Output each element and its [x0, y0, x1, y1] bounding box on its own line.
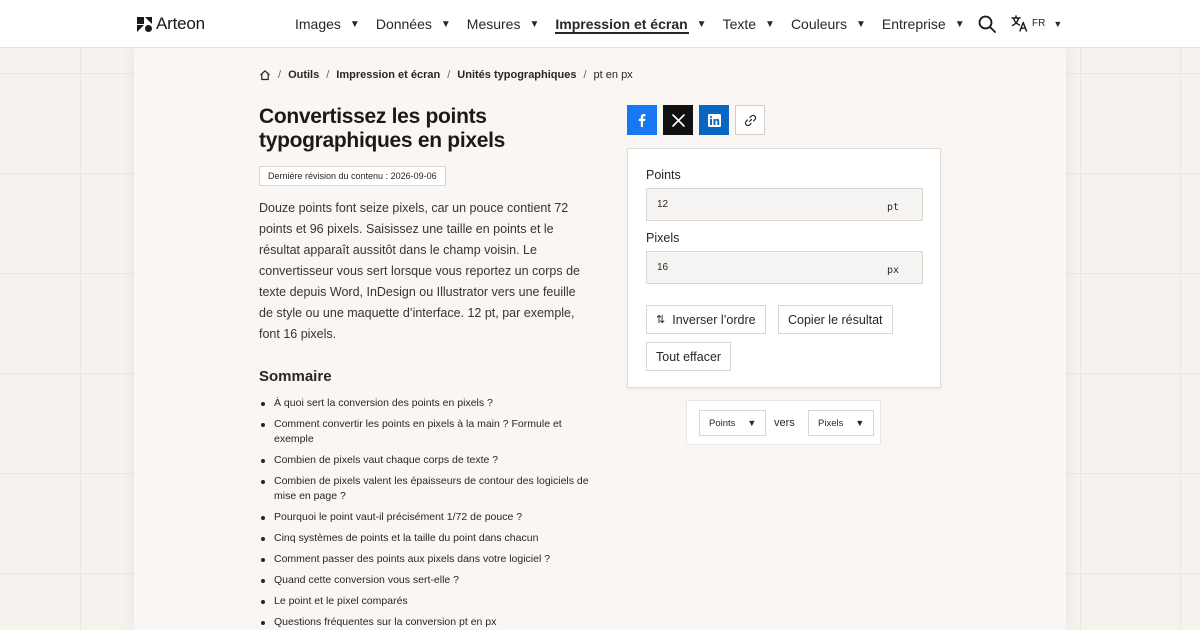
pixels-value: 16 [657, 262, 669, 273]
from-unit-value: Points [709, 417, 736, 429]
unit-connector: vers [774, 417, 795, 429]
brand-name: Arteon [156, 14, 205, 33]
nav-item-label: Données [375, 16, 432, 32]
breadcrumb-item-outils[interactable]: Outils [288, 69, 319, 81]
table-of-contents: À quoi sert la conversion des points en … [259, 396, 604, 630]
nav-item-entreprise[interactable]: Entreprise ▼ [882, 0, 965, 48]
unit-selector-bar: Points ▼ vers Pixels ▼ [686, 400, 881, 445]
toc-item[interactable]: Le point et le pixel comparés [259, 594, 604, 609]
toc-item[interactable]: À quoi sert la conversion des points en … [259, 396, 604, 411]
clear-all-label: Tout effacer [656, 349, 722, 364]
search-button[interactable] [977, 14, 997, 34]
nav-item-label: Images [295, 16, 341, 32]
points-input[interactable]: 12 pt [646, 188, 923, 221]
toc-item[interactable]: Pourquoi le point vaut-il précisément 1/… [259, 510, 604, 525]
caret-down-icon: ▼ [954, 18, 965, 30]
nav-item-impression-et-ecran[interactable]: Impression et écran ▼ [555, 0, 707, 48]
link-icon [744, 114, 756, 126]
intro-text: Douze points font seize pixels, car un p… [259, 201, 580, 341]
clear-all-button[interactable]: Tout effacer [646, 342, 732, 371]
site-header: Arteon Images ▼ Données ▼ Mesures ▼ Impr… [0, 0, 1200, 48]
nav-item-donnees[interactable]: Données ▼ [376, 0, 451, 48]
language-selector[interactable]: FR ▼ [1011, 15, 1062, 32]
toc-item[interactable]: Comment passer des points aux pixels dan… [259, 552, 604, 567]
revision-badge: Dernière révision du contenu : 2026-09-0… [259, 166, 446, 186]
toc-item[interactable]: Combien de pixels vaut chaque corps de t… [259, 453, 604, 468]
share-buttons [627, 105, 765, 135]
breadcrumb-item-unites[interactable]: Unités typographiques [457, 69, 576, 81]
caret-down-icon: ▼ [696, 18, 707, 30]
nav-item-texte[interactable]: Texte ▼ [723, 0, 775, 48]
logo[interactable]: Arteon [137, 14, 205, 34]
nav-item-label: Impression et écran [555, 16, 688, 32]
nav-item-label: Texte [722, 16, 757, 32]
translate-icon [1011, 15, 1028, 32]
caret-down-icon: ▼ [440, 18, 451, 30]
caret-down-icon: ▼ [529, 18, 540, 30]
facebook-icon [638, 114, 646, 127]
main-nav: Images ▼ Données ▼ Mesures ▼ Impression … [295, 0, 981, 48]
swap-button[interactable]: ⇅ Inverser l’ordre [646, 305, 766, 334]
copy-result-button[interactable]: Copier le résultat [778, 305, 893, 334]
page-title: Convertissez les points typographiques e… [259, 105, 506, 152]
nav-item-mesures[interactable]: Mesures ▼ [467, 0, 540, 48]
share-linkedin-button[interactable] [699, 105, 729, 135]
caret-down-icon: ▼ [747, 418, 757, 428]
breadcrumb-current: pt en px [593, 69, 633, 81]
toc-item[interactable]: Quand cette conversion vous sert-elle ? [259, 573, 604, 588]
pixels-input[interactable]: 16 px [646, 251, 923, 284]
points-value: 12 [657, 199, 669, 210]
share-facebook-button[interactable] [627, 105, 657, 135]
nav-item-couleurs[interactable]: Couleurs ▼ [791, 0, 866, 48]
caret-down-icon: ▼ [349, 18, 360, 30]
caret-down-icon: ▼ [765, 18, 775, 30]
toc-item[interactable]: Cinq systèmes de points et la taille du … [259, 531, 604, 546]
converter-panel: Points 12 pt Pixels 16 px ⇅ Inverser l’o… [627, 148, 941, 388]
pixels-unit: px [886, 265, 899, 276]
caret-down-icon: ▼ [855, 18, 866, 30]
breadcrumb-separator: / [326, 69, 330, 81]
pixels-label: Pixels [646, 231, 680, 245]
search-icon [978, 15, 996, 33]
nav-item-label: Couleurs [790, 16, 847, 32]
breadcrumb-separator: / [583, 69, 587, 81]
nav-item-label: Mesures [466, 16, 521, 32]
breadcrumb-separator: / [447, 69, 451, 81]
language-code: FR [1032, 18, 1046, 29]
copy-link-button[interactable] [735, 105, 765, 135]
share-x-button[interactable] [663, 105, 693, 135]
copy-result-label: Copier le résultat [788, 312, 883, 327]
caret-down-icon: ▼ [1053, 18, 1063, 29]
breadcrumb: / Outils / Impression et écran / Unités … [259, 69, 633, 81]
home-icon[interactable] [259, 69, 271, 81]
x-icon [671, 113, 685, 127]
nav-item-label: Entreprise [881, 16, 946, 32]
to-unit-value: Pixels [818, 417, 844, 429]
toc-title: Sommaire [259, 368, 332, 385]
logo-icon [137, 16, 152, 32]
nav-item-images[interactable]: Images ▼ [295, 0, 360, 48]
breadcrumb-separator: / [278, 69, 282, 81]
toc-item[interactable]: Combien de pixels valent les épaisseurs … [259, 474, 604, 504]
caret-down-icon: ▼ [855, 418, 865, 428]
points-unit: pt [886, 202, 899, 213]
toc-item[interactable]: Questions fréquentes sur la conversion p… [259, 615, 604, 630]
swap-icon: ⇅ [656, 314, 666, 326]
points-label: Points [646, 168, 681, 182]
to-unit-select[interactable]: Pixels ▼ [808, 410, 875, 436]
linkedin-icon [707, 113, 721, 127]
toc-item[interactable]: Comment convertir les points en pixels à… [259, 417, 604, 447]
swap-button-label: Inverser l’ordre [672, 312, 756, 327]
breadcrumb-item-impression[interactable]: Impression et écran [336, 69, 440, 81]
from-unit-select[interactable]: Points ▼ [699, 410, 767, 436]
content-card: / Outils / Impression et écran / Unités … [134, 48, 1066, 630]
